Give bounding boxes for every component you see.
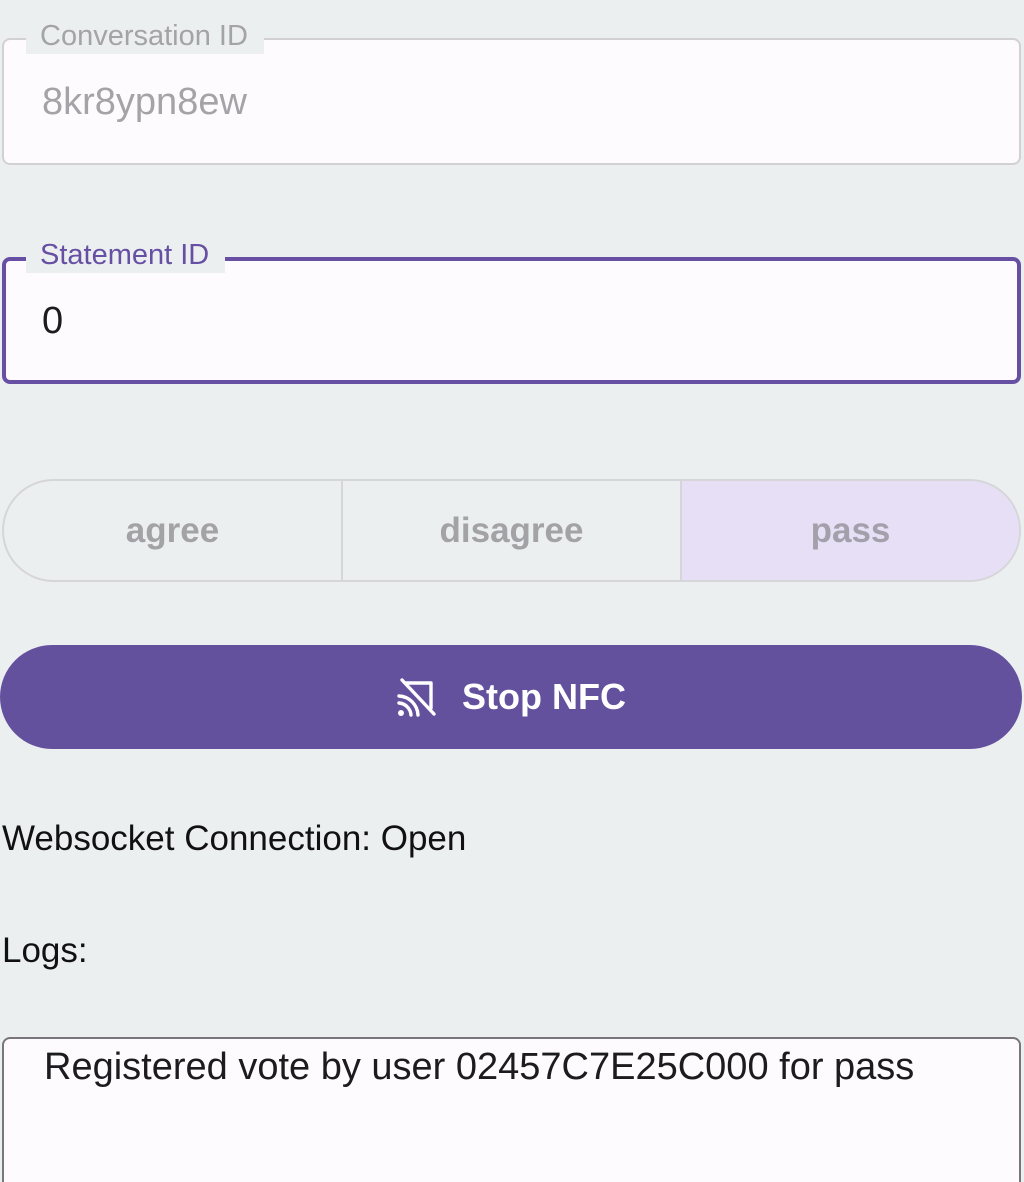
nfc-off-icon [397,678,436,717]
vote-segmented-button: agree disagree pass [2,479,1021,582]
pass-segment[interactable]: pass [680,481,1019,580]
conversation-id-value: 8kr8ypn8ew [42,81,247,123]
conversation-id-field[interactable]: Conversation ID 8kr8ypn8ew [2,18,1021,165]
statement-id-field[interactable]: Statement ID 0 [2,237,1021,384]
conversation-id-label: Conversation ID [26,18,264,54]
statement-id-label: Statement ID [26,237,226,273]
websocket-status: Websocket Connection: Open [2,819,467,858]
stop-nfc-button[interactable]: Stop NFC [0,645,1022,749]
app-screen: Conversation ID 8kr8ypn8ew Statement ID … [0,0,1024,1182]
disagree-segment[interactable]: disagree [341,481,680,580]
agree-segment[interactable]: agree [4,481,341,580]
statement-id-outline [2,257,1021,384]
log-entry: Registered vote by user 02457C7E25C000 f… [44,1046,915,1088]
stop-nfc-label: Stop NFC [462,676,626,717]
logs-textarea[interactable]: Registered vote by user 02457C7E25C000 f… [2,1037,1021,1182]
logs-label: Logs: [2,931,88,970]
statement-id-value: 0 [42,300,64,342]
